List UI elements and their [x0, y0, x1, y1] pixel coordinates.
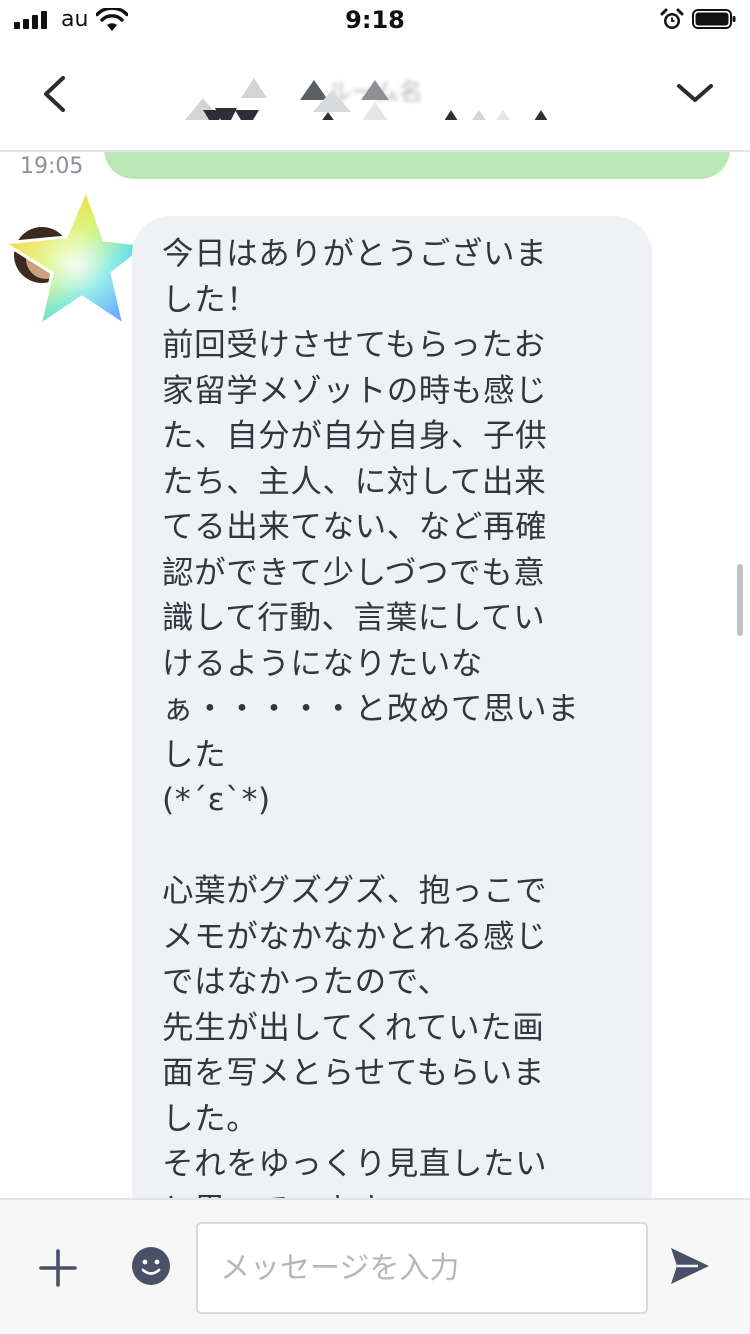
chat-message-area[interactable]: 19:05 今日はありがとうございま した！ 前回受けさせてもらったお 家留学メ… — [0, 152, 750, 1198]
title-redaction-mosaic — [185, 78, 548, 120]
status-bar: au 9:18 — [0, 0, 750, 40]
send-icon[interactable] — [668, 1244, 712, 1288]
alarm-icon — [660, 8, 684, 29]
chat-screen: au 9:18 ルーム名 — [0, 0, 750, 1334]
chevron-left-icon[interactable] — [30, 66, 80, 122]
chevron-down-icon[interactable] — [670, 74, 720, 114]
received-message-text: 今日はありがとうございま した！ 前回受けさせてもらったお 家留学メゾットの時も… — [162, 236, 580, 1198]
message-timestamp: 19:05 — [20, 154, 84, 179]
message-input[interactable] — [196, 1222, 648, 1314]
message-input-bar — [0, 1198, 750, 1334]
battery-icon — [692, 9, 736, 29]
chat-header: ルーム名 — [0, 40, 750, 152]
rainbow-star-avatar[interactable] — [2, 185, 150, 333]
status-time: 9:18 — [345, 6, 405, 34]
plus-icon[interactable] — [36, 1246, 80, 1290]
scrollbar[interactable] — [737, 564, 743, 636]
sent-message-bubble[interactable] — [104, 152, 730, 179]
emoji-icon[interactable] — [131, 1246, 171, 1286]
